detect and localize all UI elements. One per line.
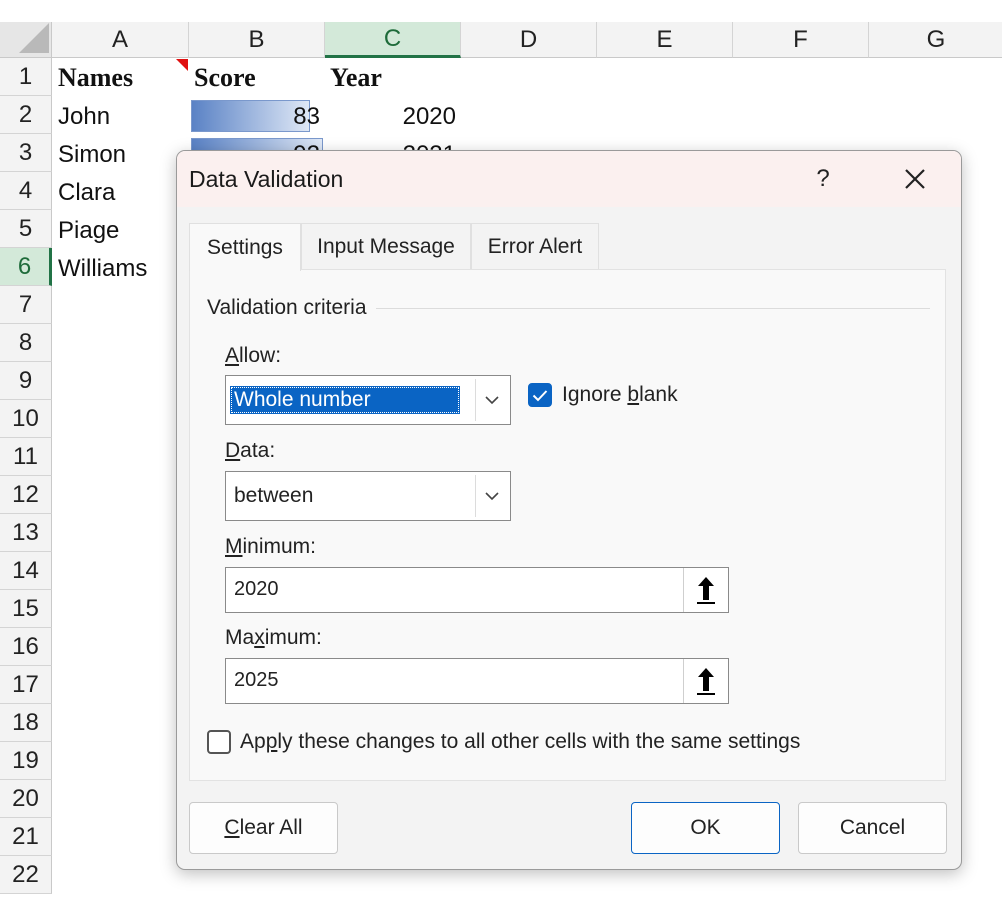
column-header-e[interactable]: E [597, 22, 733, 58]
row-header-7[interactable]: 7 [0, 286, 52, 324]
close-icon [905, 169, 925, 189]
ignore-blank-check-box[interactable] [528, 383, 552, 407]
tab-input-message[interactable]: Input Message [301, 223, 471, 269]
cell-a5[interactable]: Piage [58, 212, 119, 250]
row-header-22[interactable]: 22 [0, 856, 52, 894]
minimum-input[interactable]: 2020 [225, 567, 729, 613]
row-header-8[interactable]: 8 [0, 324, 52, 362]
checkmark-icon [532, 389, 548, 401]
ignore-blank-checkbox[interactable]: Ignore blank [528, 383, 678, 407]
row-header-5[interactable]: 5 [0, 210, 52, 248]
apply-label: Apply these changes to all other cells w… [240, 730, 801, 753]
data-validation-dialog: Data Validation ? Settings Input Message… [176, 150, 962, 870]
row-header-6[interactable]: 6 [0, 248, 52, 286]
row-header-18[interactable]: 18 [0, 704, 52, 742]
dialog-titlebar[interactable]: Data Validation ? [177, 151, 961, 207]
maximum-input[interactable]: 2025 [225, 658, 729, 704]
validation-criteria-label: Validation criteria [207, 296, 367, 319]
column-header-f[interactable]: F [733, 22, 869, 58]
row-header-12[interactable]: 12 [0, 476, 52, 514]
close-button[interactable] [897, 161, 933, 197]
tab-settings[interactable]: Settings [189, 223, 301, 271]
row-header-21[interactable]: 21 [0, 818, 52, 856]
allow-selected-value: Whole number [230, 386, 460, 414]
row-header-16[interactable]: 16 [0, 628, 52, 666]
cell-c2[interactable]: 2020 [326, 98, 456, 136]
allow-dropdown-button[interactable] [475, 379, 508, 421]
group-divider [376, 308, 930, 309]
apply-to-all-checkbox[interactable]: Apply these changes to all other cells w… [207, 730, 800, 754]
column-header-d[interactable]: D [461, 22, 597, 58]
cell-a3[interactable]: Simon [58, 136, 126, 174]
row-header-4[interactable]: 4 [0, 172, 52, 210]
row-header-20[interactable]: 20 [0, 780, 52, 818]
row-header-11[interactable]: 11 [0, 438, 52, 476]
chevron-down-icon [485, 395, 499, 404]
column-header-g[interactable]: G [869, 22, 1002, 58]
minimum-range-selector-button[interactable] [683, 568, 728, 612]
row-header-2[interactable]: 2 [0, 96, 52, 134]
tab-error-alert[interactable]: Error Alert [471, 223, 599, 269]
allow-label: Allow: [225, 344, 282, 367]
settings-panel: Validation criteria Allow: Whole number … [189, 269, 946, 781]
maximum-range-selector-button[interactable] [683, 659, 728, 703]
row-header-19[interactable]: 19 [0, 742, 52, 780]
data-selected-value: between [234, 484, 314, 507]
collapse-dialog-arrow-icon [697, 668, 715, 695]
cell-a6[interactable]: Williams [58, 250, 147, 288]
collapse-dialog-arrow-icon [697, 577, 715, 604]
cell-a1[interactable]: Names [58, 59, 133, 97]
row-header-15[interactable]: 15 [0, 590, 52, 628]
cell-b2[interactable]: 83 [190, 98, 320, 136]
row-header-17[interactable]: 17 [0, 666, 52, 704]
column-headers: A B C D E F G [52, 22, 1002, 58]
column-header-b[interactable]: B [189, 22, 325, 58]
minimum-label: Minimum: [225, 535, 317, 558]
apply-check-box[interactable] [207, 730, 231, 754]
cancel-button[interactable]: Cancel [798, 802, 947, 854]
maximum-label: Maximum: [225, 626, 322, 649]
row-header-3[interactable]: 3 [0, 134, 52, 172]
ok-button[interactable]: OK [631, 802, 780, 854]
cell-a4[interactable]: Clara [58, 174, 115, 212]
column-header-a[interactable]: A [52, 22, 189, 58]
row-header-13[interactable]: 13 [0, 514, 52, 552]
comment-indicator [176, 59, 188, 71]
cell-c1[interactable]: Year [330, 59, 382, 97]
column-header-c[interactable]: C [325, 22, 461, 58]
clear-all-button[interactable]: Clear All [189, 802, 338, 854]
row-header-14[interactable]: 14 [0, 552, 52, 590]
row-header-9[interactable]: 9 [0, 362, 52, 400]
select-all-corner[interactable] [0, 22, 52, 58]
data-dropdown[interactable]: between [225, 471, 511, 521]
chevron-down-icon [485, 491, 499, 500]
data-label: Data: [225, 439, 276, 462]
ignore-blank-label: Ignore blank [562, 383, 678, 406]
cell-b1[interactable]: Score [194, 59, 256, 97]
cell-a2[interactable]: John [58, 98, 110, 136]
dialog-title: Data Validation [189, 166, 344, 192]
maximum-value: 2025 [234, 669, 279, 691]
row-header-10[interactable]: 10 [0, 400, 52, 438]
allow-dropdown[interactable]: Whole number [225, 375, 511, 425]
row-headers: 1 2 3 4 5 6 7 8 9 10 11 12 13 14 15 16 17 18 19 20 21 22 [0, 58, 52, 894]
data-dropdown-button[interactable] [475, 475, 508, 517]
row-header-1[interactable]: 1 [0, 58, 52, 96]
minimum-value: 2020 [234, 578, 279, 600]
help-button[interactable]: ? [811, 161, 835, 197]
